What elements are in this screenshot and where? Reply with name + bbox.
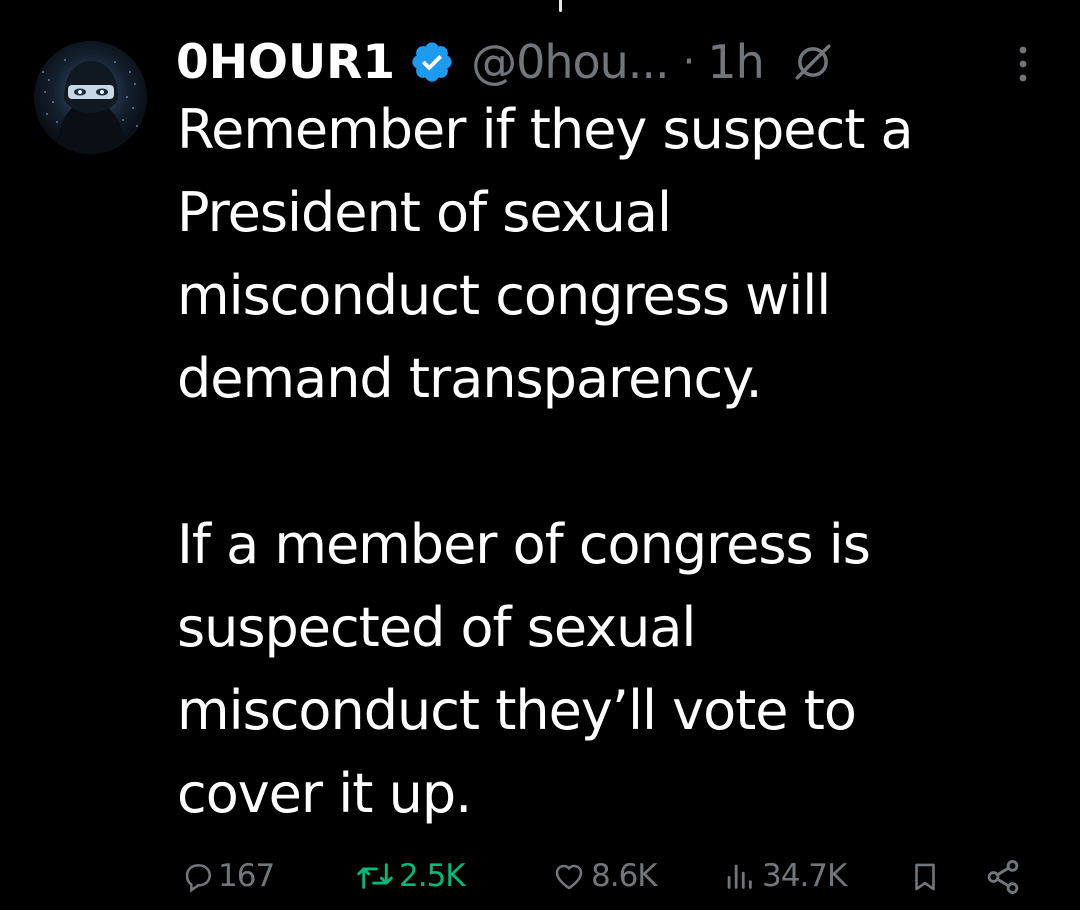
bookmark-icon bbox=[915, 863, 935, 891]
display-name[interactable]: 0HOUR1 bbox=[176, 35, 395, 90]
avatar-image bbox=[34, 41, 147, 154]
reply-count: 167 bbox=[218, 858, 275, 894]
share-button[interactable] bbox=[984, 858, 1022, 896]
repost-button[interactable]: 2.5K bbox=[355, 858, 466, 894]
like-count: 8.6K bbox=[591, 858, 658, 894]
views-count: 34.7K bbox=[762, 858, 847, 894]
reply-icon bbox=[185, 864, 212, 893]
share-icon bbox=[987, 860, 1019, 894]
repost-icon bbox=[357, 863, 393, 889]
post-line: suspected of sexual bbox=[177, 596, 696, 659]
repost-count: 2.5K bbox=[399, 858, 466, 894]
avatar[interactable] bbox=[34, 41, 147, 154]
verified-badge-icon[interactable] bbox=[409, 39, 455, 85]
thread-connector-line bbox=[559, 0, 562, 12]
views-button[interactable]: 34.7K bbox=[720, 858, 847, 894]
views-icon bbox=[727, 864, 752, 889]
reply-button[interactable]: 167 bbox=[180, 858, 275, 894]
more-vertical-icon[interactable] bbox=[1006, 44, 1040, 84]
post-line: If a member of congress is bbox=[177, 513, 871, 576]
post-line: misconduct congress will bbox=[177, 264, 831, 327]
post-header: 0HOUR1 @0hou... · 1h bbox=[176, 30, 1056, 94]
post-line: Remember if they suspect a bbox=[177, 98, 914, 161]
bookmark-button[interactable] bbox=[908, 858, 942, 896]
action-bar: 167 2.5K 8.6K 34.7K bbox=[0, 850, 1080, 910]
post-line: cover it up. bbox=[177, 762, 472, 825]
heart-icon bbox=[555, 864, 583, 890]
post-line: misconduct they’ll vote to bbox=[177, 679, 857, 742]
like-button[interactable]: 8.6K bbox=[551, 858, 658, 894]
separator-dot: · bbox=[682, 39, 696, 85]
post-body: Remember if they suspect a President of … bbox=[177, 88, 1057, 835]
grok-icon[interactable] bbox=[792, 41, 834, 83]
user-handle[interactable]: @0hou... bbox=[471, 35, 670, 89]
post-line: President of sexual bbox=[177, 181, 672, 244]
post-timestamp[interactable]: 1h bbox=[707, 35, 764, 89]
post-line: demand transparency. bbox=[177, 347, 763, 410]
